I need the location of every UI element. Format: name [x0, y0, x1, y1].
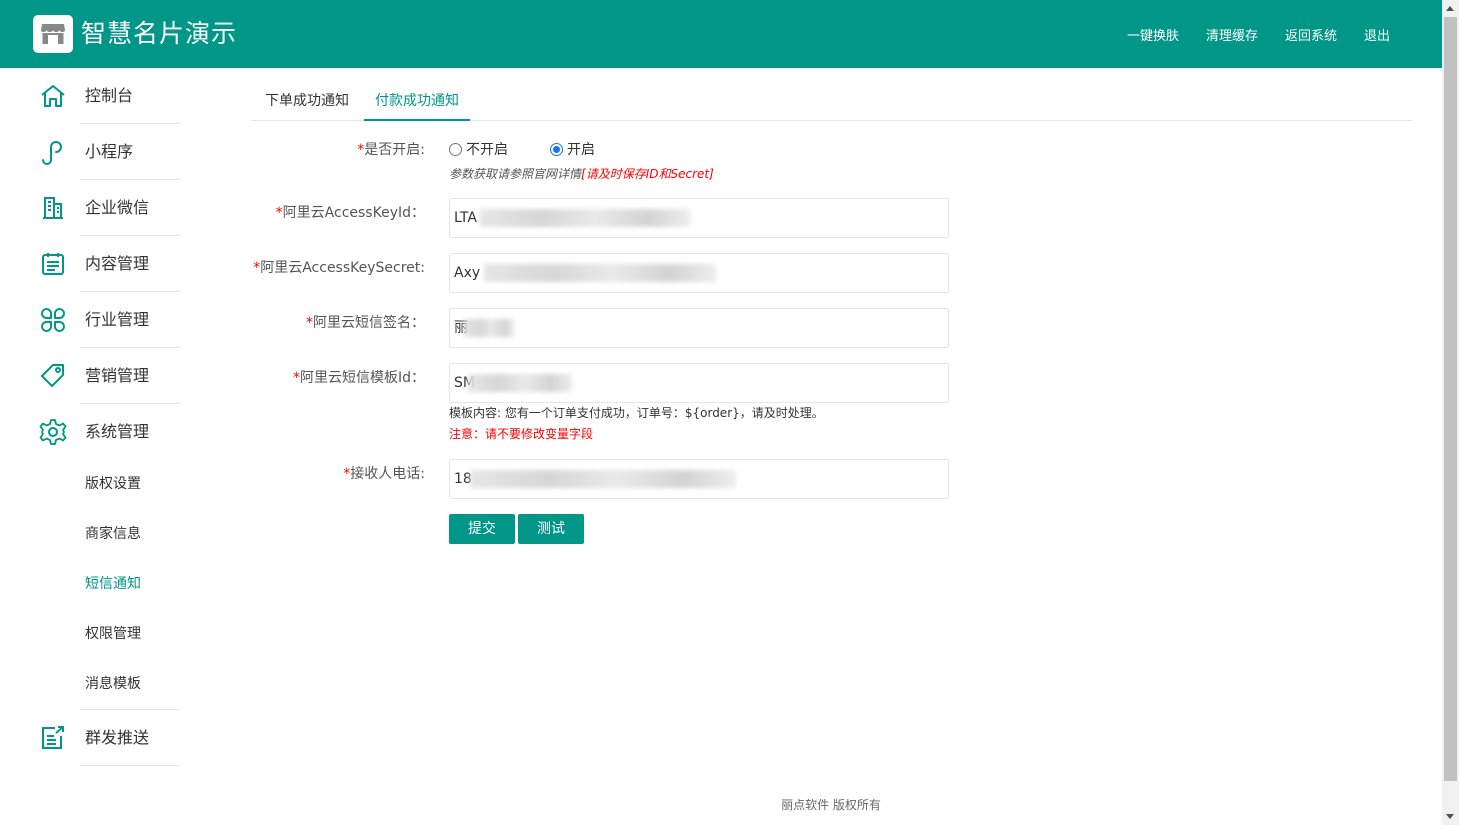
- test-button[interactable]: 测试: [518, 514, 584, 544]
- access-key-id-input[interactable]: LTA: [449, 198, 949, 238]
- sidebar-subitem-message-template[interactable]: 消息模板: [85, 674, 141, 694]
- radio-disable[interactable]: [449, 142, 462, 156]
- top-links: 一键换肤 清理缓存 返回系统 退出: [1127, 25, 1390, 44]
- home-icon: [41, 85, 65, 107]
- sidebar-item-label: 群发推送: [85, 728, 150, 747]
- variable-warning: 注意：请不要修改变量字段: [449, 427, 594, 441]
- redacted-blur: [468, 374, 572, 392]
- store-logo-icon[interactable]: [33, 15, 73, 53]
- copyright-text: 丽点软件 版权所有: [781, 798, 881, 812]
- tab-order-success[interactable]: 下单成功通知: [265, 88, 349, 121]
- redacted-blur: [480, 209, 690, 227]
- sidebar-item-label: 小程序: [85, 142, 134, 161]
- receiver-phone-label: *接收人电话:: [343, 466, 425, 482]
- sms-template-id-label: *阿里云短信模板Id：: [292, 370, 425, 386]
- scroll-down-icon[interactable]: [1446, 814, 1454, 819]
- app-title: 智慧名片演示: [81, 19, 238, 48]
- sidebar-item-console[interactable]: 控制台: [0, 68, 220, 124]
- footer: 丽点软件 版权所有: [220, 778, 1442, 825]
- page-scrollbar[interactable]: [1442, 0, 1459, 825]
- access-key-secret-input[interactable]: Axy: [449, 253, 949, 293]
- sidebar-item-broadcast[interactable]: 群发推送: [0, 710, 220, 766]
- scroll-thumb[interactable]: [1444, 17, 1457, 781]
- building-icon: [43, 197, 63, 219]
- sidebar-item-content-management[interactable]: 内容管理: [0, 236, 220, 292]
- submit-button[interactable]: 提交: [449, 514, 515, 544]
- sms-template-id-input[interactable]: SM: [449, 363, 949, 403]
- sms-sign-label: *阿里云短信签名：: [306, 315, 425, 331]
- access-key-secret-label: *阿里云AccessKeySecret:: [253, 260, 425, 276]
- sidebar-item-marketing-management[interactable]: 营销管理: [0, 348, 220, 404]
- logout-link[interactable]: 退出: [1364, 25, 1390, 44]
- clipboard-icon: [42, 253, 64, 275]
- sidebar-subitem-copyright[interactable]: 版权设置: [85, 474, 141, 494]
- main-content: 下单成功通知 付款成功通知 *是否开启: 不开启 开启 参数获取请参照官网详情[…: [220, 68, 1442, 778]
- sidebar-item-label: 营销管理: [85, 366, 150, 385]
- receiver-phone-input[interactable]: 18: [449, 459, 949, 499]
- sidebar-item-label: 内容管理: [85, 254, 150, 273]
- switch-skin-link[interactable]: 一键换肤: [1127, 25, 1179, 44]
- redacted-blur: [464, 319, 514, 337]
- redacted-blur: [484, 264, 716, 282]
- top-header: 智慧名片演示 一键换肤 清理缓存 返回系统 退出: [0, 0, 1442, 68]
- sms-sign-input[interactable]: 丽: [449, 308, 949, 348]
- sidebar-item-enterprise-wechat[interactable]: 企业微信: [0, 180, 220, 236]
- sidebar-subitem-merchant-info[interactable]: 商家信息: [85, 524, 141, 544]
- redacted-blur: [470, 470, 736, 488]
- sidebar: 控制台 小程序 企业微信 内容管理 行业管理 营销管理 系统管理 版权设置 商家…: [0, 68, 220, 825]
- template-content-hint: 模板内容: 您有一个订单支付成功，订单号：${order}，请及时处理。: [449, 406, 824, 420]
- divider: [80, 765, 180, 766]
- enable-radio-group: 不开启 开启: [449, 139, 595, 159]
- access-key-id-label: *阿里云AccessKeyId：: [275, 205, 425, 221]
- sidebar-item-industry-management[interactable]: 行业管理: [0, 292, 220, 348]
- return-system-link[interactable]: 返回系统: [1285, 25, 1337, 44]
- clear-cache-link[interactable]: 清理缓存: [1206, 25, 1258, 44]
- tab-bar: 下单成功通知 付款成功通知: [251, 88, 1412, 121]
- sidebar-item-system-management[interactable]: 系统管理: [0, 404, 220, 460]
- clover-icon: [41, 308, 65, 332]
- sidebar-item-label: 系统管理: [85, 422, 150, 441]
- radio-enable[interactable]: [550, 142, 563, 156]
- sidebar-item-label: 企业微信: [85, 198, 150, 217]
- param-hint: 参数获取请参照官网详情[请及时保存ID和Secret]: [449, 167, 714, 181]
- tag-icon: [41, 364, 64, 387]
- sidebar-item-label: 控制台: [85, 86, 134, 105]
- enable-label: *是否开启:: [357, 142, 425, 158]
- mini-program-icon: [42, 141, 62, 165]
- gear-icon: [39, 419, 67, 445]
- radio-enable-label: 开启: [567, 142, 595, 158]
- radio-disable-label: 不开启: [466, 142, 508, 158]
- scroll-up-icon[interactable]: [1446, 6, 1454, 11]
- tab-payment-success[interactable]: 付款成功通知: [364, 88, 470, 121]
- sidebar-item-mini-program[interactable]: 小程序: [0, 124, 220, 180]
- sidebar-subitem-sms-notification[interactable]: 短信通知: [85, 574, 141, 594]
- sidebar-item-label: 行业管理: [85, 310, 150, 329]
- send-list-icon: [42, 726, 64, 749]
- sidebar-subitem-permissions[interactable]: 权限管理: [85, 624, 141, 644]
